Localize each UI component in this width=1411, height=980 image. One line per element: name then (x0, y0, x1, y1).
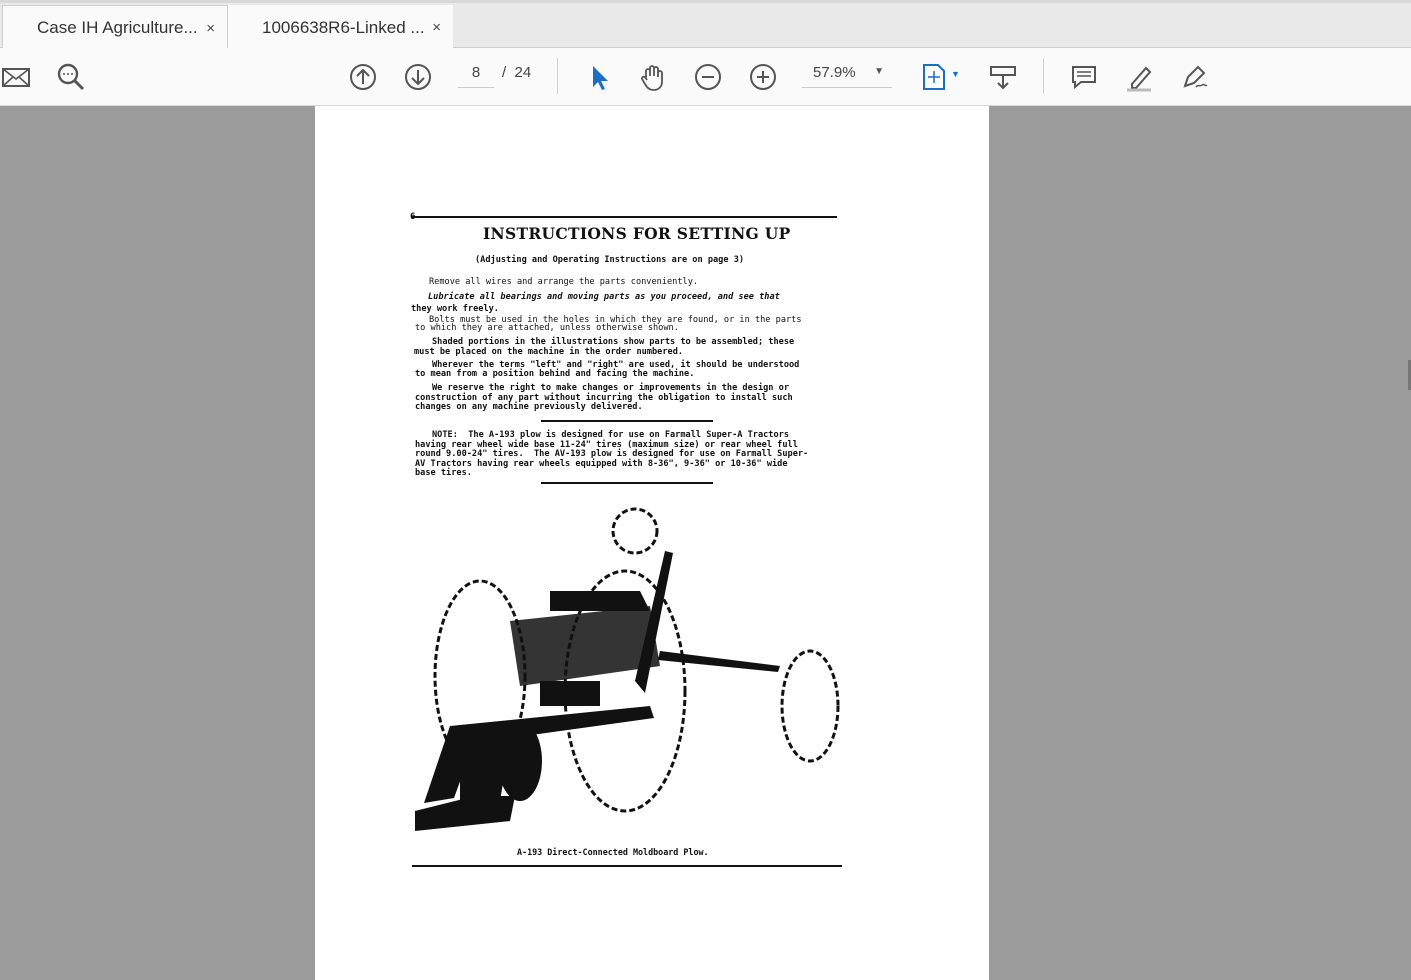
subtitle: (Adjusting and Operating Instructions ar… (475, 255, 745, 265)
next-page-button[interactable] (402, 61, 434, 93)
paragraph: must be placed on the machine in the ord… (414, 347, 684, 357)
page-number-input[interactable]: 8 (458, 64, 494, 88)
tab-label: Case IH Agriculture... (37, 18, 198, 37)
close-icon[interactable]: × (432, 19, 441, 36)
page-total: / 24 (502, 64, 532, 81)
tab-case-ih[interactable]: Case IH Agriculture... × (2, 5, 228, 50)
zoom-out-button[interactable] (692, 61, 724, 93)
divider (1043, 58, 1044, 94)
chevron-down-icon[interactable]: ▼ (951, 69, 960, 79)
tab-1006638r6[interactable]: 1006638R6-Linked ... × (228, 5, 453, 50)
fit-page-icon[interactable] (918, 61, 950, 93)
toolbar: 8 / 24 57.9% ▼ ▼ (0, 48, 1411, 106)
comment-icon[interactable] (1068, 61, 1100, 93)
note: base tires. (415, 468, 472, 478)
divider (541, 420, 713, 422)
sign-icon[interactable] (1178, 61, 1210, 93)
paragraph: Remove all wires and arrange the parts c… (429, 277, 699, 287)
tractor-plow-illustration (415, 507, 840, 831)
paragraph: they work freely. (411, 304, 499, 314)
mail-icon[interactable] (0, 61, 32, 93)
pdf-page: 6 INSTRUCTIONS FOR SETTING UP (Adjusting… (315, 106, 989, 980)
select-tool-icon[interactable] (583, 61, 615, 93)
search-icon[interactable] (55, 61, 87, 93)
tab-bar: Case IH Agriculture... × 1006638R6-Linked… (0, 0, 1411, 50)
paragraph: changes on any machine previously delive… (415, 402, 643, 412)
page-number: 6 (410, 212, 415, 223)
paragraph: to which they are attached, unless other… (415, 323, 679, 333)
scroll-mode-icon[interactable] (987, 61, 1019, 93)
highlight-icon[interactable] (1123, 61, 1155, 93)
chevron-down-icon: ▼ (874, 66, 884, 77)
paragraph: to mean from a position behind and facin… (415, 369, 695, 379)
zoom-level-select[interactable]: 57.9% ▼ (802, 64, 892, 88)
figure-caption: A-193 Direct-Connected Moldboard Plow. (517, 847, 709, 857)
paragraph: Lubricate all bearings and moving parts … (428, 292, 780, 302)
hand-tool-icon[interactable] (637, 61, 669, 93)
zoom-in-button[interactable] (747, 61, 779, 93)
tab-label: 1006638R6-Linked ... (262, 17, 425, 37)
page-title: INSTRUCTIONS FOR SETTING UP (483, 224, 791, 243)
divider (412, 865, 842, 867)
close-icon[interactable]: × (206, 20, 215, 37)
previous-page-button[interactable] (347, 61, 379, 93)
divider (541, 482, 713, 484)
divider (557, 58, 558, 94)
divider (411, 216, 837, 218)
